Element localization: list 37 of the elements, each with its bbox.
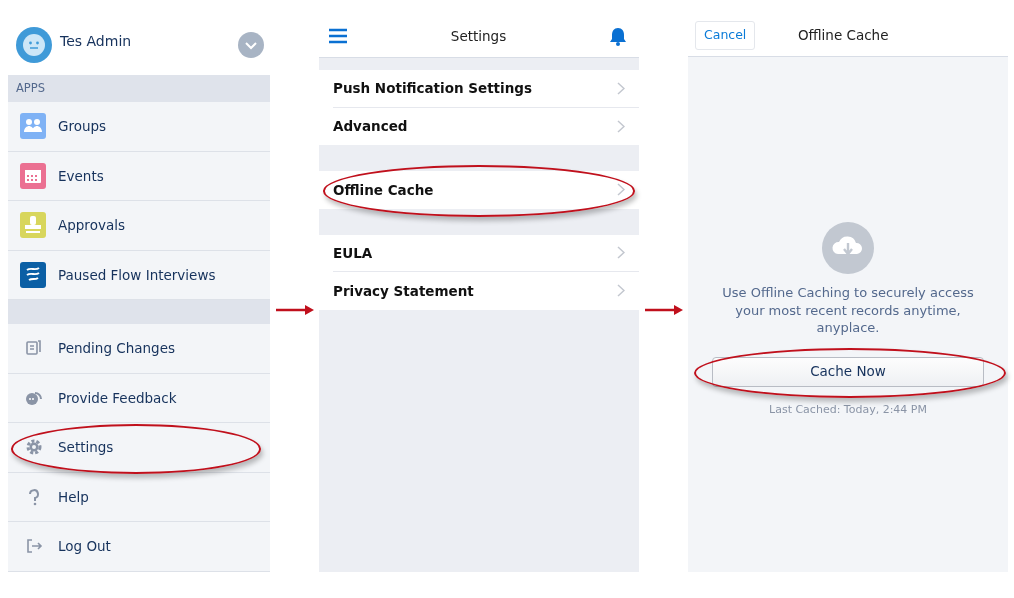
- option-row[interactable]: Advanced: [333, 116, 408, 137]
- stamp-icon: [20, 212, 46, 239]
- option-row[interactable]: Offline Cache: [333, 179, 434, 200]
- screen-title: Offline Cache: [796, 26, 890, 46]
- chevron-icon: [617, 81, 625, 95]
- message-text: Use Offline Caching to securely access your most recent records anytime, anyplace.: [721, 284, 975, 337]
- people-icon: [20, 113, 46, 140]
- cancel-button[interactable]: Cancel: [695, 21, 756, 50]
- menu-item[interactable]: Settings: [58, 437, 114, 458]
- avatar-icon: [16, 27, 52, 63]
- section-header: APPS: [16, 81, 46, 95]
- menu-item[interactable]: Provide Feedback: [58, 387, 177, 408]
- menu-item[interactable]: Help: [58, 486, 89, 507]
- menu-item[interactable]: Log Out: [58, 536, 111, 557]
- chevron-icon: [617, 284, 625, 298]
- calendar-icon: [20, 162, 46, 189]
- last-cached-text: Last Cached: Today, 2:44 PM: [769, 401, 927, 418]
- chevron-icon: [617, 246, 625, 260]
- chevron-icon: [617, 183, 625, 197]
- option-row[interactable]: Push Notification Settings: [333, 78, 532, 99]
- screen-title: Settings: [450, 26, 507, 46]
- arrow-icon: [275, 305, 314, 315]
- arrow-icon: [644, 305, 683, 315]
- menu-icon[interactable]: [328, 28, 348, 44]
- menu-item[interactable]: Paused Flow Interviews: [58, 264, 216, 285]
- menu-item[interactable]: Pending Changes: [58, 338, 175, 359]
- cache-now-button[interactable]: Cache Now: [712, 356, 984, 387]
- user-name: Tes Admin: [60, 31, 133, 51]
- menu-item[interactable]: Approvals: [58, 215, 125, 236]
- option-row[interactable]: Privacy Statement: [333, 280, 474, 301]
- wave-icon: [20, 261, 46, 288]
- menu-item[interactable]: Groups: [58, 116, 107, 137]
- bell-icon[interactable]: [609, 26, 627, 46]
- cloud-download-icon: [822, 222, 874, 274]
- option-row[interactable]: EULA: [333, 242, 373, 263]
- menu-item[interactable]: Events: [58, 165, 104, 186]
- chevron-icon: [617, 119, 625, 133]
